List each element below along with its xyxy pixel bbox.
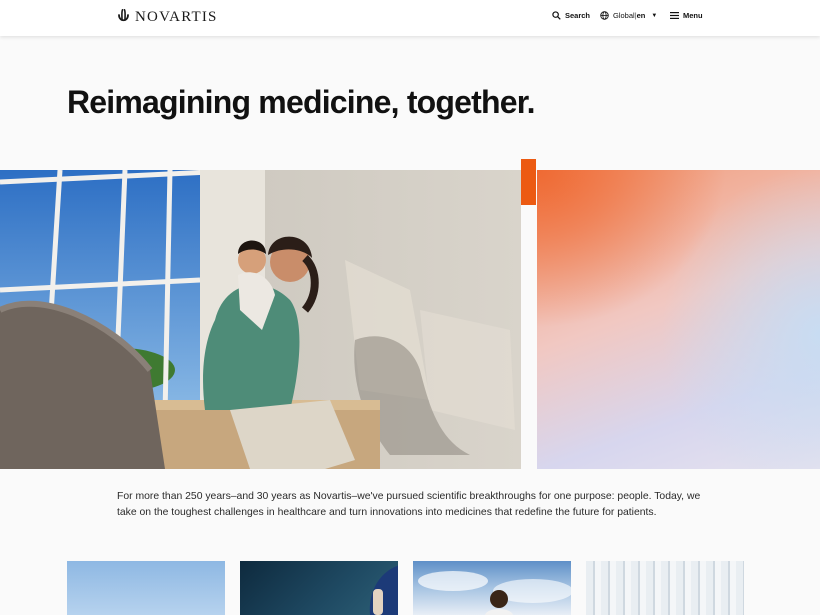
search-button[interactable]: Search — [552, 11, 590, 20]
hero-image-illustration — [0, 170, 521, 469]
feature-card-3[interactable] — [413, 561, 571, 615]
accent-bar — [521, 159, 536, 205]
region-label: Global — [613, 11, 635, 20]
feature-card-4[interactable] — [586, 561, 744, 615]
hamburger-menu-icon — [670, 12, 679, 19]
language-code: en — [636, 11, 646, 20]
novartis-logo[interactable]: NOVARTIS — [117, 9, 218, 25]
menu-button[interactable]: Menu — [670, 11, 703, 20]
headline-period: . — [526, 84, 536, 120]
caret-down-icon: ▼ — [651, 12, 658, 19]
gradient-panel — [537, 170, 820, 469]
intro-text: For more than 250 years–and 30 years as … — [117, 491, 701, 518]
globe-icon — [600, 11, 609, 20]
page-headline: Reimagining medicine, together. — [67, 84, 536, 120]
site-header: NOVARTIS Search Global|en ▼ Menu — [0, 0, 820, 36]
card-2-image — [369, 565, 398, 615]
novartis-logo-icon — [118, 9, 129, 22]
card-3-image — [418, 571, 571, 615]
language-selector[interactable]: Global|en ▼ — [600, 11, 657, 20]
hero-image — [0, 170, 521, 469]
headline-bold: together — [406, 84, 528, 120]
headline-regular: Reimagining medicine, — [67, 84, 407, 120]
search-label: Search — [565, 11, 591, 20]
menu-label: Menu — [683, 11, 703, 20]
brand-name: NOVARTIS — [135, 9, 218, 25]
feature-card-2[interactable] — [240, 561, 398, 615]
feature-card-1[interactable] — [67, 561, 225, 615]
search-icon — [552, 11, 561, 20]
